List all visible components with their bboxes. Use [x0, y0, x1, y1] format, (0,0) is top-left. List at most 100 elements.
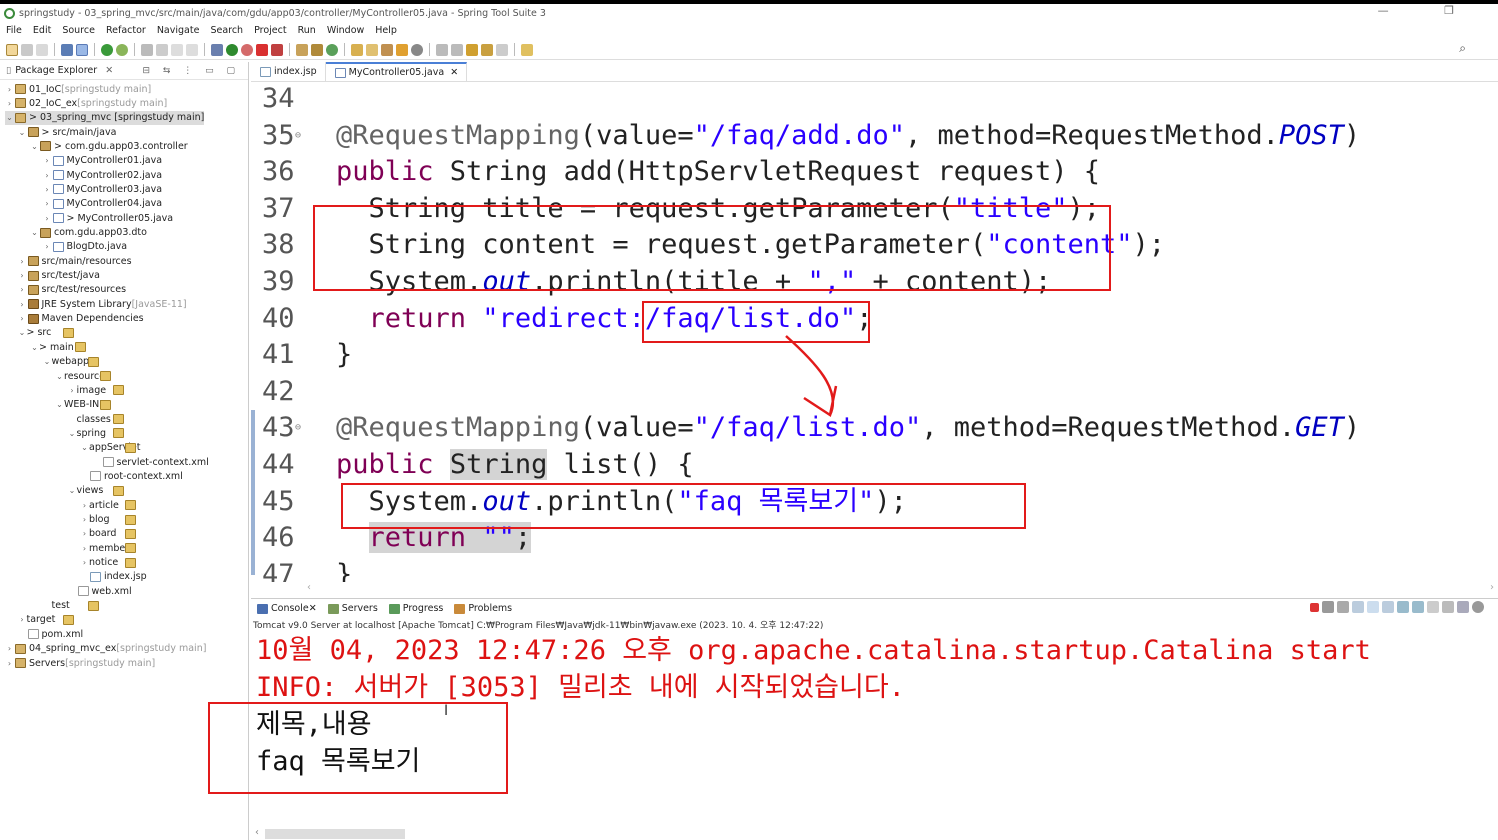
explorer-close-icon[interactable]: ✕: [105, 65, 113, 76]
collapsed-chevron-icon[interactable]: ›: [80, 515, 89, 524]
collapsed-chevron-icon[interactable]: ›: [5, 99, 14, 108]
collapsed-chevron-icon[interactable]: ›: [18, 257, 27, 266]
menu-item-window[interactable]: Window: [327, 25, 364, 36]
tab-close-icon[interactable]: ✕: [309, 603, 317, 614]
code-editor[interactable]: 34 35 ⊖ @RequestMapping(value="/faq/add.do"…: [251, 82, 1498, 582]
show-on-error-icon[interactable]: [1412, 601, 1424, 613]
tree-item[interactable]: › 01_IoC [springstudy main]: [5, 82, 151, 96]
console-horizontal-scrollbar[interactable]: ‹: [251, 827, 1498, 840]
tab-progress[interactable]: Progress: [388, 603, 443, 614]
tree-item[interactable]: › Maven Dependencies: [18, 312, 143, 326]
fold-icon[interactable]: ⊖: [295, 410, 301, 446]
menu-item-navigate[interactable]: Navigate: [157, 25, 200, 36]
collapsed-chevron-icon[interactable]: ›: [80, 501, 89, 510]
tree-item[interactable]: › src/test/resources: [18, 283, 126, 297]
explorer-view-controls[interactable]: ⊟ ⇆ ⋮ ▭ ▢: [142, 66, 240, 76]
tree-item[interactable]: › member: [80, 541, 136, 555]
expanded-chevron-icon[interactable]: ⌄: [55, 400, 64, 409]
last-edit-icon[interactable]: [466, 43, 478, 56]
pin-console-icon[interactable]: [1427, 601, 1439, 613]
annotation-icon[interactable]: [411, 43, 423, 56]
skip-icon[interactable]: [141, 43, 153, 56]
tree-item[interactable]: classes: [68, 412, 124, 426]
debug-icon[interactable]: [211, 43, 223, 56]
collapsed-chevron-icon[interactable]: ›: [43, 156, 52, 165]
tab-servers[interactable]: Servers: [327, 603, 378, 614]
search-tool-icon[interactable]: [381, 43, 393, 56]
open-task-icon[interactable]: [366, 43, 378, 56]
search-icon[interactable]: ⌕: [1459, 41, 1466, 56]
back-icon[interactable]: [481, 43, 493, 56]
refresh-icon[interactable]: [116, 43, 128, 56]
collapsed-chevron-icon[interactable]: ›: [43, 185, 52, 194]
expanded-chevron-icon[interactable]: ⌄: [80, 443, 89, 452]
console-output[interactable]: 10월 04, 2023 12:47:26 오후 org.apache.cata…: [251, 632, 1498, 828]
expanded-chevron-icon[interactable]: ⌄: [68, 486, 77, 495]
tree-item[interactable]: › BlogDto.java: [43, 240, 127, 254]
tab-index-jsp[interactable]: index.jsp: [251, 62, 326, 81]
expanded-chevron-icon[interactable]: ⌄: [30, 228, 39, 237]
show-on-output-icon[interactable]: [1397, 601, 1409, 613]
menu-item-search[interactable]: Search: [210, 25, 243, 36]
step-over-icon[interactable]: [186, 43, 198, 56]
tree-item[interactable]: › blog: [80, 513, 136, 527]
stop-icon[interactable]: [256, 43, 268, 56]
menu-item-edit[interactable]: Edit: [33, 25, 51, 36]
tree-item[interactable]: ⌄ views: [68, 484, 124, 498]
tree-item[interactable]: ⌄ spring: [68, 426, 124, 440]
tree-item[interactable]: › 02_IoC_ex [springstudy main]: [5, 96, 167, 110]
tab-console[interactable]: Console ✕: [256, 603, 317, 614]
run-config-icon[interactable]: [241, 43, 253, 56]
tree-item[interactable]: › Servers [springstudy main]: [5, 656, 155, 670]
terminate-icon[interactable]: [1310, 603, 1319, 612]
expanded-chevron-icon[interactable]: ⌄: [18, 128, 27, 137]
word-wrap-icon[interactable]: [1382, 601, 1394, 613]
collapsed-chevron-icon[interactable]: ›: [18, 300, 27, 309]
tree-item[interactable]: ⌄ WEB-INF: [55, 398, 111, 412]
collapsed-chevron-icon[interactable]: ›: [68, 386, 77, 395]
new-class-icon[interactable]: [326, 43, 338, 56]
tree-item[interactable]: web.xml: [68, 584, 132, 598]
collapsed-chevron-icon[interactable]: ›: [43, 242, 52, 251]
tree-item[interactable]: › MyController04.java: [43, 197, 162, 211]
remove-launch-icon[interactable]: [1322, 601, 1334, 613]
collapsed-chevron-icon[interactable]: ›: [18, 271, 27, 280]
window-controls[interactable]: — ❐: [1378, 4, 1480, 17]
tree-item[interactable]: index.jsp: [80, 570, 147, 584]
tree-item[interactable]: ⌄ > 03_spring_mvc [springstudy main]: [5, 110, 205, 125]
tree-item[interactable]: › src/main/resources: [18, 254, 131, 268]
tree-item[interactable]: › 04_spring_mvc_ex [springstudy main]: [5, 642, 207, 656]
menu-item-source[interactable]: Source: [62, 25, 95, 36]
editor-horizontal-scrollbar[interactable]: ‹ ›: [251, 582, 1498, 596]
save-icon[interactable]: [21, 43, 33, 56]
tree-item[interactable]: › board: [80, 527, 136, 541]
collapsed-chevron-icon[interactable]: ›: [5, 644, 14, 653]
tree-item[interactable]: › image: [68, 383, 124, 397]
next-annotation-icon[interactable]: [436, 43, 448, 56]
tree-item[interactable]: › notice: [80, 556, 136, 570]
tree-item[interactable]: pom.xml: [18, 627, 83, 641]
prev-annotation-icon[interactable]: [451, 43, 463, 56]
collapsed-chevron-icon[interactable]: ›: [43, 214, 52, 223]
pin-editor-icon[interactable]: [521, 43, 533, 56]
expanded-chevron-icon[interactable]: ⌄: [30, 343, 39, 352]
tree-item[interactable]: ⌄ > src: [18, 326, 74, 340]
new-java-project-icon[interactable]: [296, 43, 308, 56]
settings-icon[interactable]: [1472, 601, 1484, 613]
remove-all-icon[interactable]: [1337, 601, 1349, 613]
collapsed-chevron-icon[interactable]: ›: [5, 659, 14, 668]
clear-console-icon[interactable]: [1352, 601, 1364, 613]
tab-close-icon[interactable]: ✕: [450, 67, 458, 78]
external-tools-icon[interactable]: [271, 43, 283, 56]
collapsed-chevron-icon[interactable]: ›: [18, 285, 27, 294]
open-console-icon[interactable]: [1457, 601, 1469, 613]
collapsed-chevron-icon[interactable]: ›: [80, 544, 89, 553]
collapsed-chevron-icon[interactable]: ›: [43, 171, 52, 180]
expanded-chevron-icon[interactable]: ⌄: [43, 357, 52, 366]
tree-item[interactable]: › MyController01.java: [43, 154, 162, 168]
tree-item[interactable]: root-context.xml: [80, 469, 183, 483]
open-type-icon[interactable]: [351, 43, 363, 56]
tree-item[interactable]: › MyController02.java: [43, 168, 162, 182]
collapsed-chevron-icon[interactable]: ›: [80, 558, 89, 567]
step-icon[interactable]: [171, 43, 183, 56]
